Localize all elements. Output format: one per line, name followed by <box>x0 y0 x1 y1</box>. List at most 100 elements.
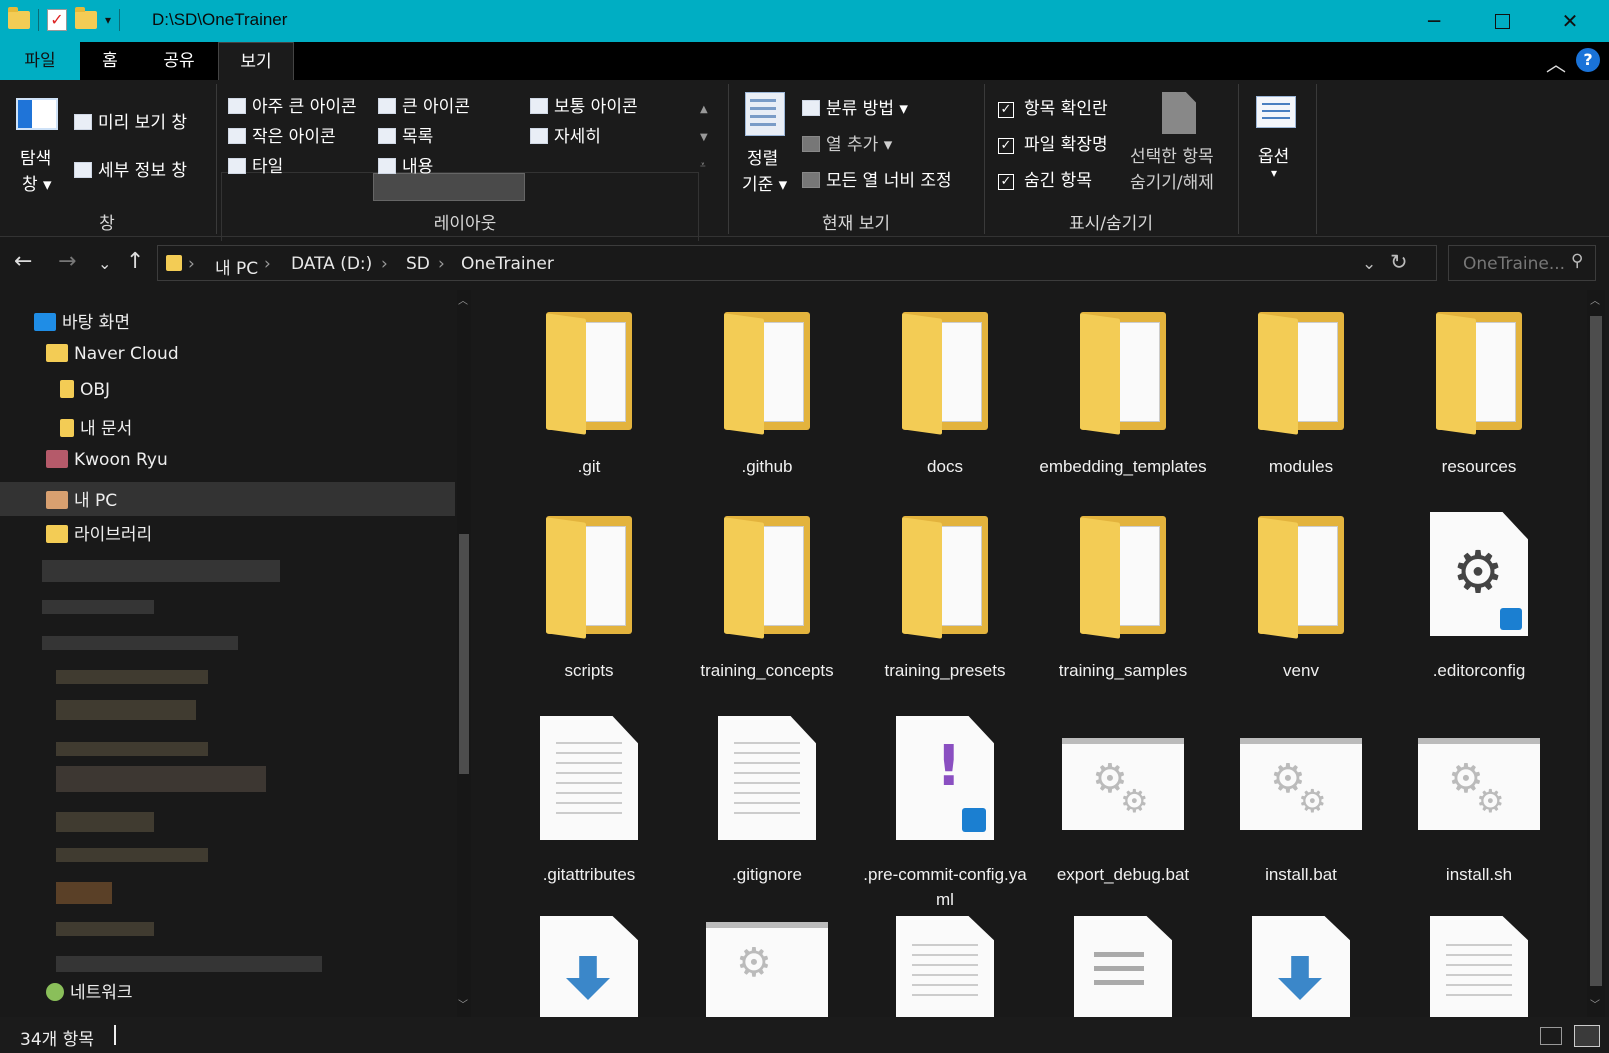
folder-icon <box>1078 508 1168 648</box>
breadcrumb-onetrainer[interactable]: OneTrainer <box>461 254 554 274</box>
batch-file-icon: ⚙ <box>706 916 828 1017</box>
nav-item-naver-cloud[interactable]: Naver Cloud <box>46 344 179 364</box>
options-dropdown-icon[interactable]: ▾ <box>1271 166 1277 180</box>
details-pane-button[interactable]: 세부 정보 창 <box>74 156 187 181</box>
layout-extra-large-icons[interactable]: 아주 큰 아이콘 <box>228 92 357 117</box>
maximize-button[interactable] <box>1468 0 1536 42</box>
layout-scroll-arrows[interactable]: ▲ ▼ ⩡ <box>700 96 708 180</box>
tab-home[interactable]: 홈 <box>82 42 138 80</box>
pc-icon <box>46 491 68 509</box>
address-bar[interactable]: › 내 PC › DATA (D:) › SD › OneTrainer ⌄ ↻ <box>157 245 1437 281</box>
ribbon-tabs: 파일 홈 공유 보기 ︿ ? <box>0 42 1609 80</box>
search-input[interactable]: OneTraine... ⚲ <box>1448 245 1596 281</box>
address-history-icon[interactable]: ⌄ <box>1362 254 1376 274</box>
layout-medium-icons[interactable]: 보통 아이콘 <box>530 92 638 117</box>
layout-details[interactable]: 자세히 <box>530 122 601 147</box>
refresh-icon[interactable]: ↻ <box>1390 250 1408 274</box>
nav-item-documents[interactable]: 내 문서 <box>60 414 132 439</box>
properties-icon[interactable]: ✓ <box>47 9 67 31</box>
layout-small-icons[interactable]: 작은 아이콘 <box>228 122 336 147</box>
redacted-item <box>56 742 208 756</box>
collapse-ribbon-icon[interactable]: ︿ <box>1546 48 1566 77</box>
forward-icon[interactable]: → <box>58 249 76 274</box>
text-file-icon <box>1074 916 1172 1017</box>
sort-by-icon <box>745 92 785 136</box>
tab-share[interactable]: 공유 <box>142 42 216 80</box>
file-name: .editorconfig <box>1432 661 1526 680</box>
breadcrumb-pc[interactable]: 내 PC <box>215 254 258 279</box>
back-icon[interactable]: ← <box>14 249 32 274</box>
content-icon <box>378 158 396 174</box>
folder-icon <box>722 304 812 444</box>
breadcrumb-separator: › <box>438 254 445 274</box>
navigation-pane-button[interactable]: 탐색 <box>20 144 51 169</box>
redacted-item <box>42 560 280 582</box>
size-all-columns-button[interactable]: 모든 열 너비 조정 <box>802 166 952 191</box>
redacted-item <box>42 600 154 614</box>
current-view-group-label: 현재 보기 <box>822 214 890 234</box>
layout-large-icons[interactable]: 큰 아이콘 <box>378 92 470 117</box>
folder-icon <box>722 508 812 648</box>
up-icon[interactable]: ↑ <box>126 249 144 274</box>
nav-item-this-pc[interactable]: 내 PC <box>46 486 117 511</box>
status-bar: 34개 항목 <box>0 1017 1609 1053</box>
breadcrumb-data-drive[interactable]: DATA (D:) <box>291 254 372 274</box>
divider <box>1238 84 1239 234</box>
nav-scrollbar-thumb[interactable] <box>459 534 469 774</box>
hidden-items-toggle[interactable]: ✓ 숨긴 항목 <box>998 166 1092 191</box>
nav-item-obj[interactable]: OBJ <box>60 380 110 400</box>
add-columns-button[interactable]: 열 추가 ▾ <box>802 130 892 155</box>
scroll-up-icon[interactable]: ︿ <box>458 292 468 307</box>
installer-file-icon <box>1252 916 1350 1017</box>
tab-view[interactable]: 보기 <box>218 42 294 80</box>
breadcrumb-separator: › <box>264 254 271 274</box>
content-scrollbar-thumb[interactable] <box>1590 316 1602 986</box>
scroll-up-icon[interactable]: ︿ <box>1590 292 1600 307</box>
search-icon[interactable]: ⚲ <box>1571 251 1583 271</box>
add-columns-icon <box>802 136 820 152</box>
small-icons-icon <box>228 128 246 144</box>
details-icon <box>530 128 548 144</box>
layout-content[interactable]: 내용 <box>378 152 433 177</box>
breadcrumb-sd[interactable]: SD <box>406 254 430 274</box>
layout-tiles[interactable]: 타일 <box>228 152 283 177</box>
customize-toolbar-icon[interactable]: ▾ <box>105 13 111 27</box>
content-scrollbar[interactable]: ︿ ﹀ <box>1587 290 1605 1017</box>
nav-item-libraries[interactable]: 라이브러리 <box>46 520 152 545</box>
redacted-item <box>56 956 322 972</box>
nav-scrollbar[interactable]: ︿ ﹀ <box>457 290 471 1017</box>
nav-item-kwoon-ryu[interactable]: Kwoon Ryu <box>46 450 168 470</box>
hide-selected-button[interactable]: 선택한 항목 <box>1130 142 1214 167</box>
nav-item-desktop[interactable]: 바탕 화면 <box>34 308 130 333</box>
folder-icon[interactable] <box>8 7 30 29</box>
close-button[interactable]: ✕ <box>1536 0 1604 42</box>
scroll-down-icon[interactable]: ﹀ <box>1590 996 1600 1011</box>
file-extensions-toggle[interactable]: ✓ 파일 확장명 <box>998 130 1108 155</box>
redacted-item <box>56 812 154 832</box>
help-icon[interactable]: ? <box>1576 48 1600 72</box>
scroll-down-icon[interactable]: ﹀ <box>458 996 468 1011</box>
folder-icon <box>1434 304 1524 444</box>
desktop-icon <box>34 313 56 331</box>
item-checkboxes-toggle[interactable]: ✓ 항목 확인란 <box>998 94 1108 119</box>
preview-pane-button[interactable]: 미리 보기 창 <box>74 108 187 133</box>
text-file-icon <box>540 712 638 852</box>
group-by-button[interactable]: 분류 방법 ▾ <box>802 94 908 119</box>
batch-file-icon: ⚙ ⚙ <box>1240 712 1362 852</box>
options-button[interactable]: 옵션 <box>1258 142 1289 167</box>
divider <box>38 9 39 31</box>
tiles-icon <box>228 158 246 174</box>
text-file-icon <box>718 712 816 852</box>
tab-file[interactable]: 파일 <box>0 42 80 80</box>
file-view: .git .github docs embedding_templates module… <box>485 290 1585 1017</box>
sort-by-button[interactable]: 정렬 <box>747 144 778 169</box>
minimize-button[interactable]: ─ <box>1400 0 1468 42</box>
large-icons-view-icon[interactable] <box>1574 1025 1600 1047</box>
layout-list[interactable]: 목록 <box>378 122 433 147</box>
recent-locations-icon[interactable]: ⌄ <box>98 254 111 273</box>
nav-item-network[interactable]: 네트워크 <box>46 978 133 1003</box>
library-icon <box>46 525 68 543</box>
navigation-pane-label: 창 ▾ <box>22 175 52 195</box>
details-view-icon[interactable] <box>1540 1027 1562 1045</box>
new-folder-icon[interactable] <box>75 7 97 29</box>
